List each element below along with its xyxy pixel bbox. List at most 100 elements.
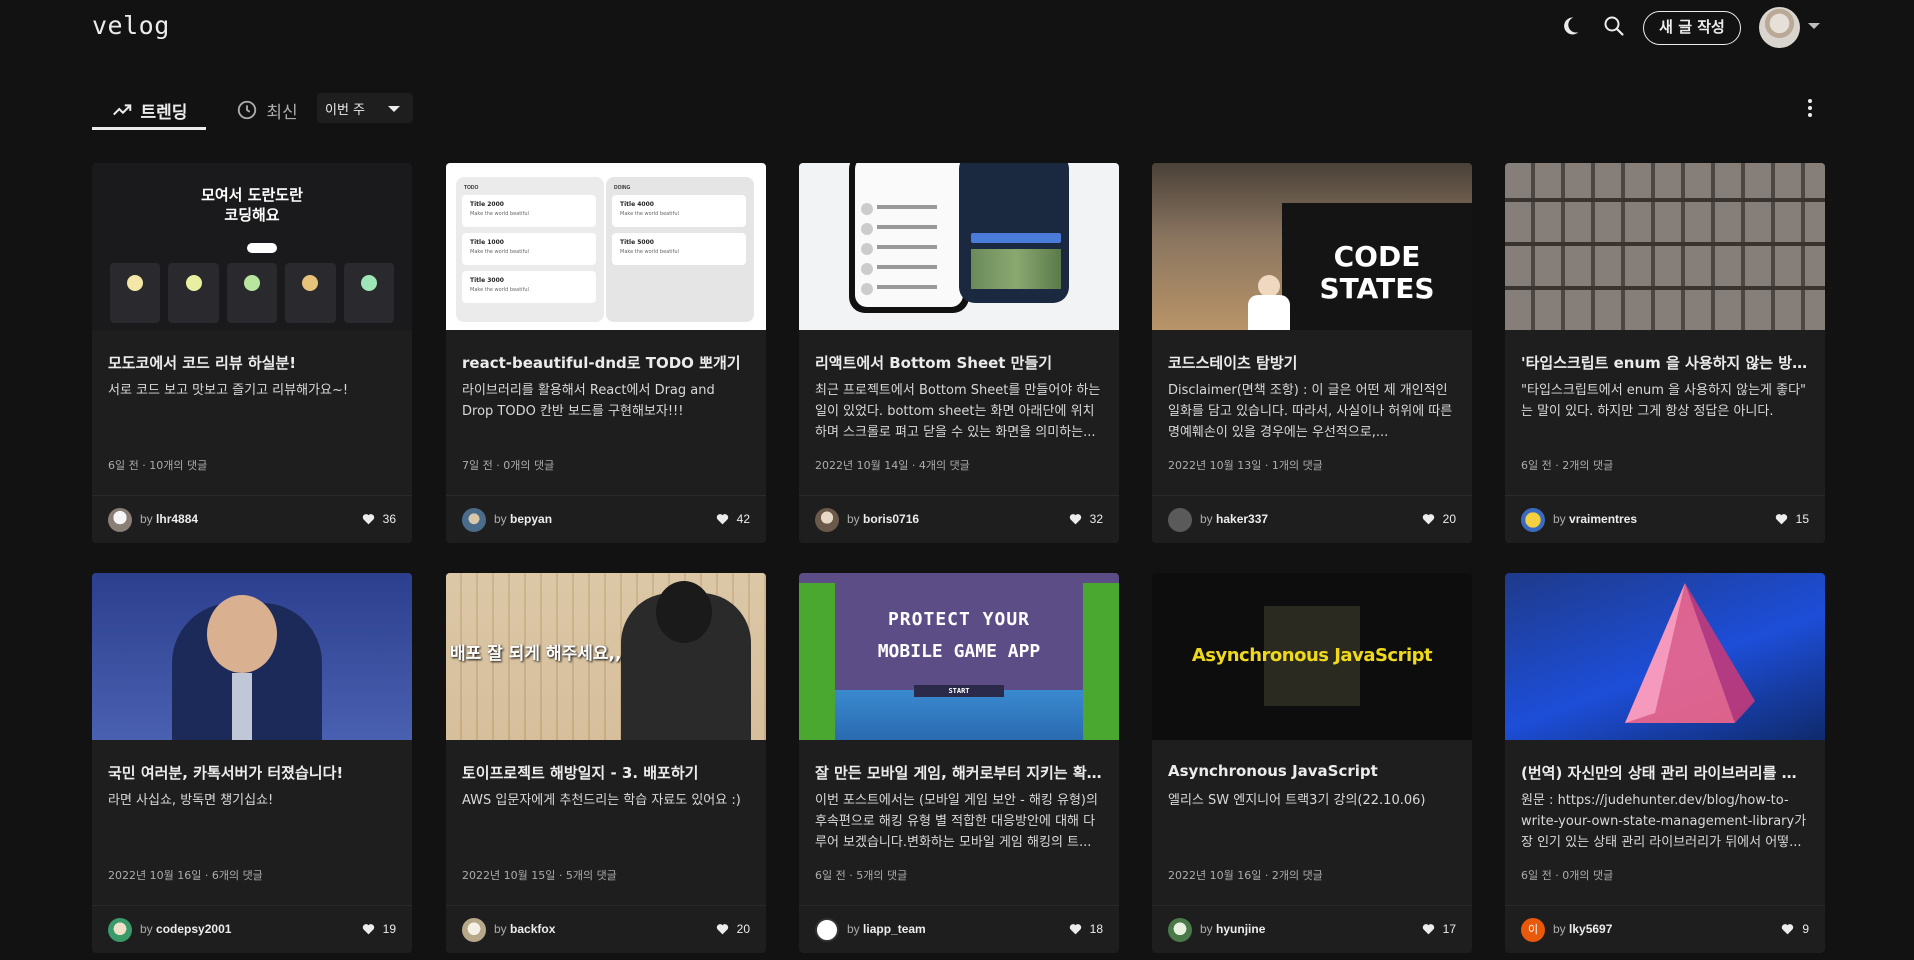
- heart-icon: [1069, 924, 1081, 935]
- author-byline[interactable]: by lhr4884: [140, 512, 198, 526]
- by-label: by: [140, 512, 153, 526]
- tab-trending[interactable]: 트렌딩: [92, 90, 206, 130]
- caret-down-icon[interactable]: [1808, 23, 1820, 29]
- post-title[interactable]: 리액트에서 Bottom Sheet 만들기: [815, 352, 1103, 373]
- more-vertical-icon[interactable]: [1800, 96, 1820, 120]
- like-count: 20: [1422, 512, 1456, 526]
- like-count-value: 18: [1089, 922, 1103, 936]
- heart-icon: [1782, 924, 1794, 935]
- like-count: 19: [362, 922, 396, 936]
- post-footer: 이 by lky5697 9: [1505, 905, 1825, 953]
- by-label: by: [1553, 512, 1566, 526]
- post-thumbnail[interactable]: [799, 163, 1119, 330]
- author-byline[interactable]: by haker337: [1200, 512, 1268, 526]
- post-description[interactable]: Disclaimer(면책 조항) : 이 글은 어떤 제 개인적인 일화를 담…: [1168, 380, 1456, 444]
- like-count: 9: [1781, 922, 1809, 936]
- author-name: lky5697: [1569, 922, 1613, 936]
- post-card[interactable]: TODO DOING Title 2000 Make the world bea…: [446, 163, 766, 543]
- author-avatar[interactable]: 이: [1521, 918, 1545, 942]
- post-title[interactable]: 모도코에서 코드 리뷰 하실분!: [108, 352, 396, 373]
- post-card[interactable]: Asynchronous JavaScript Asynchronous Jav…: [1152, 573, 1472, 953]
- velog-logo[interactable]: velog: [92, 11, 170, 40]
- post-thumbnail[interactable]: 배포 잘 되게 해주세요,,: [446, 573, 766, 740]
- author-byline[interactable]: by vraimentres: [1553, 512, 1637, 526]
- post-thumbnail[interactable]: CODE STATES: [1152, 163, 1472, 330]
- post-title[interactable]: '타입스크립트 enum 을 사용하지 않는 방...: [1521, 352, 1809, 373]
- by-label: by: [1200, 512, 1213, 526]
- author-avatar[interactable]: [815, 918, 839, 942]
- post-footer: by codepsy2001 19: [92, 905, 412, 953]
- post-title[interactable]: 코드스테이츠 탐방기: [1168, 352, 1456, 373]
- game-headline-2: MOBILE GAME APP: [877, 641, 1041, 662]
- author-avatar[interactable]: [108, 508, 132, 532]
- post-description[interactable]: 이번 포스트에서는 (모바일 게임 보안 - 해킹 유형)의 후속편으로 해킹 …: [815, 790, 1103, 854]
- author-byline[interactable]: by bepyan: [494, 512, 552, 526]
- period-select[interactable]: 이번 주: [317, 93, 413, 123]
- author-byline[interactable]: by liapp_team: [847, 922, 926, 936]
- post-description[interactable]: 라이브러리를 활용해서 React에서 Drag and Drop TODO 칸…: [462, 380, 750, 444]
- post-description[interactable]: 엘리스 SW 엔지니어 트랙3기 강의(22.10.06): [1168, 790, 1456, 854]
- search-icon[interactable]: [1602, 14, 1626, 38]
- post-title[interactable]: Asynchronous JavaScript: [1168, 762, 1456, 780]
- post-title[interactable]: react-beautiful-dnd로 TODO 뽀개기: [462, 352, 750, 373]
- post-title[interactable]: 토이프로젝트 해방일지 - 3. 배포하기: [462, 762, 750, 783]
- post-card[interactable]: CODE STATES 코드스테이츠 탐방기 Disclaimer(면책 조항)…: [1152, 163, 1472, 543]
- post-thumbnail[interactable]: [1505, 573, 1825, 740]
- post-description[interactable]: "타입스크립트에서 enum 을 사용하지 않는게 좋다" 는 말이 있다. 하…: [1521, 380, 1809, 444]
- like-count-value: 20: [736, 922, 750, 936]
- author-name: bepyan: [510, 512, 553, 526]
- like-count: 15: [1775, 512, 1809, 526]
- post-thumbnail[interactable]: 모여서 도란도란 코딩해요: [92, 163, 412, 330]
- author-avatar[interactable]: [1168, 508, 1192, 532]
- moon-icon[interactable]: [1558, 14, 1582, 38]
- author-byline[interactable]: by boris0716: [847, 512, 919, 526]
- post-title[interactable]: 잘 만든 모바일 게임, 해커로부터 지키는 확...: [815, 762, 1103, 783]
- post-card[interactable]: 배포 잘 되게 해주세요,, 토이프로젝트 해방일지 - 3. 배포하기 AWS…: [446, 573, 766, 953]
- post-description[interactable]: 원문 : https://judehunter.dev/blog/how-to-…: [1521, 790, 1809, 854]
- post-meta: 2022년 10월 16일 · 2개의 댓글: [1168, 869, 1323, 882]
- top-header: velog 새 글 작성: [0, 0, 1914, 52]
- post-card[interactable]: 리액트에서 Bottom Sheet 만들기 최근 프로젝트에서 Bottom …: [799, 163, 1119, 543]
- author-avatar[interactable]: [1521, 508, 1545, 532]
- heart-icon: [1422, 924, 1434, 935]
- author-avatar[interactable]: [462, 508, 486, 532]
- post-thumbnail[interactable]: TODO DOING Title 2000 Make the world bea…: [446, 163, 766, 330]
- post-thumbnail[interactable]: [1505, 163, 1825, 330]
- post-card[interactable]: (번역) 자신만의 상태 관리 라이브러리를 작... 원문 : https:/…: [1505, 573, 1825, 953]
- post-card[interactable]: PROTECT YOUR MOBILE GAME APP START 잘 만든 …: [799, 573, 1119, 953]
- post-thumbnail[interactable]: PROTECT YOUR MOBILE GAME APP START: [799, 573, 1119, 740]
- post-card[interactable]: '타입스크립트 enum 을 사용하지 않는 방... "타입스크립트에서 en…: [1505, 163, 1825, 543]
- post-description[interactable]: 최근 프로젝트에서 Bottom Sheet를 만들어야 하는 일이 있었다. …: [815, 380, 1103, 444]
- author-avatar[interactable]: [815, 508, 839, 532]
- post-title[interactable]: (번역) 자신만의 상태 관리 라이브러리를 작...: [1521, 762, 1809, 783]
- post-meta: 7일 전 · 0개의 댓글: [462, 459, 555, 472]
- prism-illustration: [1625, 583, 1755, 723]
- post-description[interactable]: 라면 사십쇼, 방독면 챙기십쇼!: [108, 790, 396, 854]
- post-description[interactable]: 서로 코드 보고 맛보고 즐기고 리뷰해가요~!: [108, 380, 396, 444]
- write-post-button[interactable]: 새 글 작성: [1643, 11, 1741, 45]
- post-card[interactable]: 모여서 도란도란 코딩해요 모도코에서 코드 리뷰 하실분! 서로 코드 보고 …: [92, 163, 412, 543]
- author-byline[interactable]: by codepsy2001: [140, 922, 231, 936]
- heart-icon: [716, 924, 728, 935]
- author-byline[interactable]: by backfox: [494, 922, 555, 936]
- post-title[interactable]: 국민 여러분, 카톡서버가 터졌습니다!: [108, 762, 396, 783]
- tab-recent[interactable]: 최신: [222, 90, 312, 130]
- post-card[interactable]: 국민 여러분, 카톡서버가 터졌습니다! 라면 사십쇼, 방독면 챙기십쇼! 2…: [92, 573, 412, 953]
- game-headline-1: PROTECT YOUR: [887, 609, 1031, 630]
- author-byline[interactable]: by hyunjine: [1200, 922, 1265, 936]
- post-thumbnail[interactable]: Asynchronous JavaScript: [1152, 573, 1472, 740]
- user-avatar[interactable]: [1759, 7, 1800, 48]
- post-thumbnail[interactable]: [92, 573, 412, 740]
- author-avatar[interactable]: [1168, 918, 1192, 942]
- avatar-initial: 이: [1527, 924, 1539, 936]
- post-footer: by liapp_team 18: [799, 905, 1119, 953]
- author-byline[interactable]: by lky5697: [1553, 922, 1612, 936]
- author-avatar[interactable]: [462, 918, 486, 942]
- post-description[interactable]: AWS 입문자에게 추천드리는 학습 자료도 있어요 :): [462, 790, 750, 854]
- heart-icon: [362, 924, 374, 935]
- author-name: backfox: [510, 922, 556, 936]
- author-avatar[interactable]: [108, 918, 132, 942]
- author-name: vraimentres: [1569, 512, 1638, 526]
- todo-column-label: TODO: [464, 185, 479, 191]
- post-footer: by backfox 20: [446, 905, 766, 953]
